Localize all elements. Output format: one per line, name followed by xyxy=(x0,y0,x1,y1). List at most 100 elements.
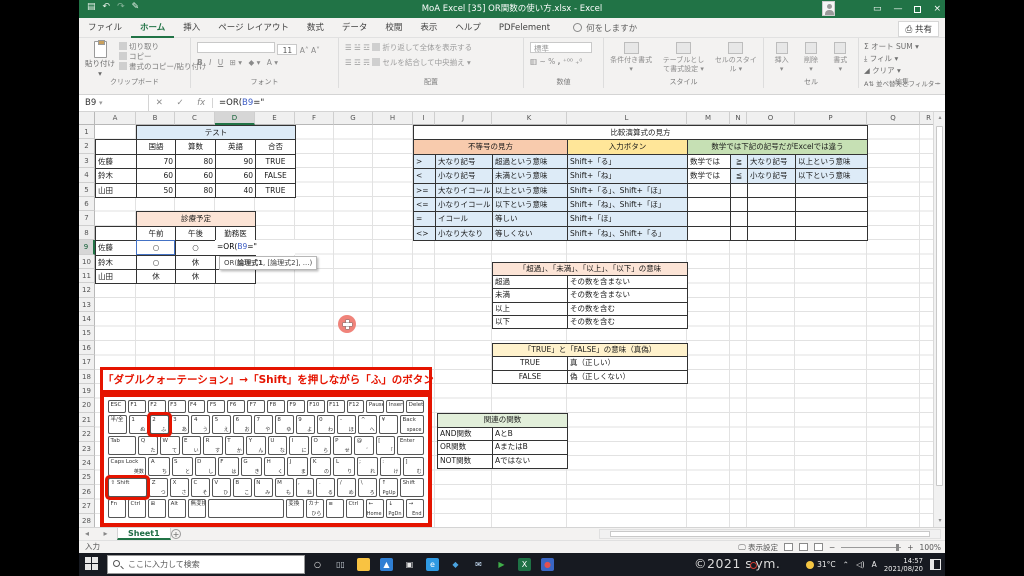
column-header-I[interactable]: I xyxy=(413,112,435,125)
row-header-27[interactable]: 27 xyxy=(79,499,95,513)
row-header-24[interactable]: 24 xyxy=(79,456,95,470)
cell[interactable]: 数学では下記の記号だがExcelでは違う xyxy=(688,140,868,154)
start-button[interactable] xyxy=(85,557,99,571)
format-cells-button[interactable]: 書式▾ xyxy=(829,42,852,73)
taskbar-clock[interactable]: 14:572021/08/20 xyxy=(884,557,923,573)
clear-button[interactable]: ◢ クリア ▾ xyxy=(864,65,919,77)
cell[interactable]: 小なり記号 xyxy=(436,169,493,183)
cell[interactable]: 山田 xyxy=(96,270,137,284)
cell[interactable] xyxy=(748,227,796,241)
cell[interactable]: Shift+「る」、Shift+「ほ」 xyxy=(568,184,688,198)
cell[interactable]: その数を含まない xyxy=(568,276,688,289)
cell[interactable] xyxy=(688,212,731,226)
ribbon-tab-数式[interactable]: 数式 xyxy=(298,18,333,38)
row-header-5[interactable]: 5 xyxy=(79,183,95,197)
cell[interactable]: 等しくない xyxy=(493,227,568,241)
cell[interactable]: 以上という意味 xyxy=(796,155,868,169)
insert-cells-button[interactable]: 挿入▾ xyxy=(770,42,793,73)
ribbon-tab-校閲[interactable]: 校閲 xyxy=(376,18,411,38)
collapse-ribbon-icon[interactable]: ˄ xyxy=(936,82,940,91)
cell[interactable]: 60 xyxy=(216,169,256,183)
cell[interactable]: 以上 xyxy=(493,303,568,316)
cell[interactable]: その数を含む xyxy=(568,316,688,329)
tray-chevron-icon[interactable]: ⌃ xyxy=(843,560,849,569)
merge-center-button[interactable]: セルを結合して中央揃え xyxy=(382,58,464,67)
vertical-scroll-thumb[interactable] xyxy=(936,126,943,486)
cell[interactable]: 超過 xyxy=(493,276,568,289)
cell[interactable] xyxy=(688,227,731,241)
cell[interactable]: 真（正しい） xyxy=(568,357,688,370)
cell[interactable]: テスト xyxy=(137,126,296,140)
row-header-28[interactable]: 28 xyxy=(79,514,95,527)
cell[interactable] xyxy=(796,227,868,241)
row-header-11[interactable]: 11 xyxy=(79,269,95,283)
column-header-B[interactable]: B xyxy=(136,112,175,125)
cell[interactable]: >= xyxy=(414,184,436,198)
taskbar-icon-photos[interactable]: ▲ xyxy=(380,558,393,571)
scroll-up-icon[interactable]: ▴ xyxy=(934,112,945,124)
ribbon-tab-ホーム[interactable]: ホーム xyxy=(131,18,174,38)
cell[interactable]: Shift+「ね」、Shift+「ほ」 xyxy=(568,198,688,212)
cell[interactable] xyxy=(731,198,748,212)
cell[interactable] xyxy=(96,140,137,154)
formula-input[interactable]: =OR(B9=" xyxy=(213,98,264,108)
close-button[interactable]: × xyxy=(933,4,941,14)
cell[interactable]: 数学では xyxy=(688,155,731,169)
font-color-button[interactable]: A ▾ xyxy=(267,58,278,67)
zoom-slider-thumb[interactable] xyxy=(896,544,899,551)
column-header-E[interactable]: E xyxy=(255,112,295,125)
cell[interactable]: ≦ xyxy=(731,169,748,183)
cell[interactable]: 数学では xyxy=(688,169,731,183)
row-header-23[interactable]: 23 xyxy=(79,442,95,456)
taskbar-icon-recorder[interactable]: ● xyxy=(541,558,554,571)
borders-button[interactable]: ⊞ ▾ xyxy=(230,58,242,67)
cell[interactable]: 80 xyxy=(176,155,216,169)
format-as-table-button[interactable]: テーブルとして書式設定 ▾ xyxy=(662,42,704,73)
row-header-7[interactable]: 7 xyxy=(79,211,95,225)
row-header-22[interactable]: 22 xyxy=(79,427,95,441)
zoom-out-button[interactable]: − xyxy=(829,543,835,552)
column-header-O[interactable]: O xyxy=(747,112,795,125)
autosum-button[interactable]: Σ オート SUM ▾ xyxy=(864,41,919,53)
cell[interactable]: 等しい xyxy=(493,212,568,226)
cell[interactable]: 60 xyxy=(137,169,176,183)
cell[interactable]: 算数 xyxy=(176,140,216,154)
cell[interactable]: 診療予定 xyxy=(137,212,256,226)
select-all-corner[interactable] xyxy=(79,112,95,125)
row-header-8[interactable]: 8 xyxy=(79,226,95,240)
zoom-level[interactable]: 100% xyxy=(920,543,941,552)
cell[interactable]: = xyxy=(414,212,436,226)
cell[interactable]: 超過という意味 xyxy=(493,155,568,169)
cell[interactable] xyxy=(748,198,796,212)
cell[interactable]: TRUE xyxy=(493,357,568,370)
taskbar-icon-task-view[interactable]: ▯▯ xyxy=(334,558,347,571)
cell[interactable]: AまたはB xyxy=(493,441,568,455)
ribbon-display-options-icon[interactable]: ▭ xyxy=(873,4,882,14)
cell[interactable] xyxy=(796,184,868,198)
cell[interactable]: 以下という意味 xyxy=(796,169,868,183)
cell[interactable]: 小なり記号 xyxy=(748,169,796,183)
cell[interactable]: 休 xyxy=(176,270,216,284)
ribbon-tab-表示[interactable]: 表示 xyxy=(411,18,446,38)
conditional-formatting-button[interactable]: 条件付き書式 ▾ xyxy=(610,42,652,73)
cell[interactable]: 小なり大なり xyxy=(436,227,493,241)
taskbar-icon-store[interactable]: ▣ xyxy=(403,558,416,571)
cell[interactable]: Shift+「ほ」 xyxy=(568,212,688,226)
cell[interactable]: OR関数 xyxy=(438,441,493,455)
normal-view-icon[interactable] xyxy=(784,543,793,551)
cell[interactable]: TRUE xyxy=(256,184,296,198)
cell[interactable] xyxy=(748,212,796,226)
cell[interactable]: その数を含まない xyxy=(568,289,688,302)
font-name-select[interactable] xyxy=(197,42,275,53)
page-layout-view-icon[interactable] xyxy=(799,543,808,551)
cell[interactable]: 以下という意味 xyxy=(493,198,568,212)
cell[interactable]: TRUE xyxy=(256,155,296,169)
row-header-9[interactable]: 9 xyxy=(79,240,95,254)
taskbar-icon-excel[interactable]: X xyxy=(518,558,531,571)
column-header-H[interactable]: H xyxy=(373,112,413,125)
action-center-icon[interactable] xyxy=(930,559,941,570)
cell[interactable]: 「TRUE」と「FALSE」の意味（真偽） xyxy=(493,344,688,357)
fill-color-button[interactable]: ◆ ▾ xyxy=(248,58,260,67)
cell[interactable]: 未満 xyxy=(493,289,568,302)
enter-icon[interactable]: ✓ xyxy=(176,98,183,108)
